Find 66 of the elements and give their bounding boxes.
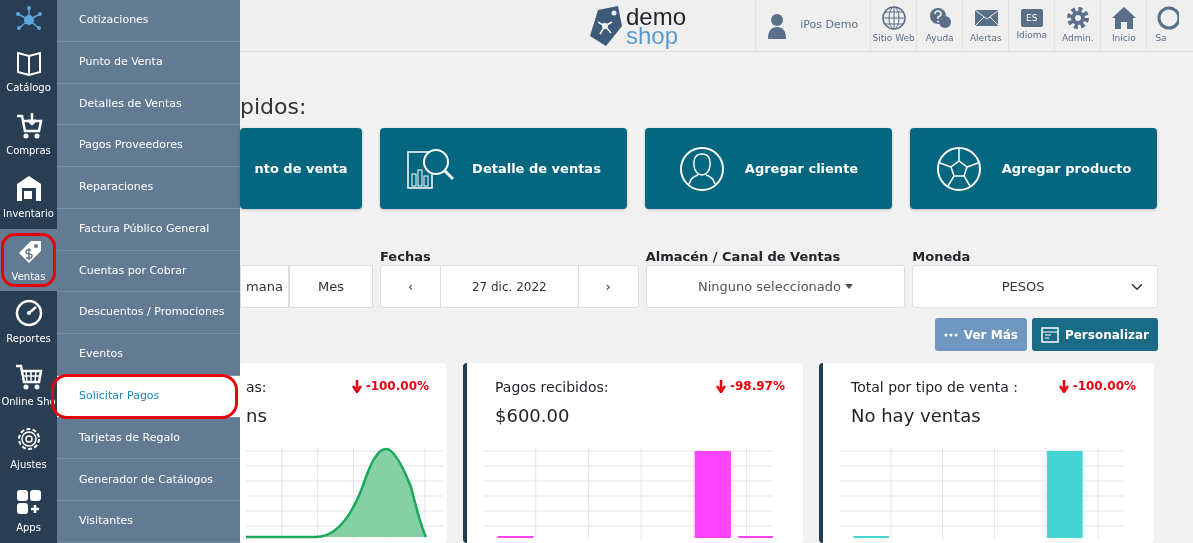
tag-logo-icon — [588, 3, 624, 48]
currency-select[interactable]: PESOS — [912, 265, 1158, 308]
quick-action-button[interactable]: Agregar cliente — [645, 128, 892, 209]
stat-title: Pagos recibidos: — [495, 378, 609, 397]
logo-text: demo — [626, 6, 687, 26]
warehouse-icon — [14, 173, 43, 202]
prev-button[interactable]: ‹ — [381, 266, 441, 307]
toolbar-button[interactable]: Admin. — [1054, 0, 1101, 51]
field-label: Almacén / Canal de Ventas — [645, 248, 842, 265]
section-title: pidos: — [240, 94, 308, 120]
sidebar-item[interactable]: Reportes — [0, 291, 57, 355]
sidebar-item[interactable]: Apps — [0, 480, 57, 543]
change-value: -98.97% — [730, 378, 785, 395]
sidebar-item[interactable]: Compras — [0, 102, 57, 166]
help-chat-icon — [927, 5, 952, 30]
down-arrow-icon — [1058, 379, 1069, 393]
gauge-icon — [14, 299, 43, 328]
field-label: Moneda — [912, 248, 972, 265]
stat-title: Total por tipo de venta : — [851, 378, 1019, 397]
menu-item[interactable]: Punto de Venta — [57, 41, 240, 84]
user-circle-icon — [678, 145, 727, 192]
quick-action-button[interactable]: nto de venta — [240, 128, 362, 209]
customize-icon — [1040, 326, 1059, 343]
cart-icon — [14, 110, 43, 139]
gear-icon — [1065, 5, 1090, 30]
sidebar-item[interactable]: Inventario — [0, 165, 57, 229]
language-badge: ES — [1021, 8, 1043, 27]
quick-action-button[interactable]: Detalle de ventas — [380, 128, 627, 209]
stat-value: ns — [246, 404, 268, 428]
toolbar-button[interactable]: Alertas — [962, 0, 1009, 51]
globe-icon — [881, 5, 906, 30]
menu-item[interactable]: Detalles de Ventas — [57, 83, 240, 126]
quick-action-button[interactable]: Agregar producto — [910, 128, 1157, 209]
sidebar-item[interactable]: Ajustes — [0, 417, 57, 481]
cart-icon — [14, 362, 43, 391]
change-value: -100.00% — [365, 378, 429, 395]
menu-item[interactable]: Factura Público General — [57, 208, 240, 251]
action-button[interactable]: Personalizar — [1031, 318, 1158, 351]
toolbar-button[interactable]: ES Idioma — [1008, 0, 1055, 51]
action-button[interactable]: Ver Más — [934, 318, 1027, 351]
toolbar-button[interactable]: Sa — [1146, 0, 1193, 51]
date-field[interactable]: 27 dic. 2022 — [441, 277, 578, 296]
toolbar-button[interactable]: Inicio — [1100, 0, 1147, 51]
stat-title: as: — [246, 378, 267, 397]
sidebar-item[interactable]: Ventas — [0, 228, 57, 292]
down-arrow-icon — [351, 379, 362, 393]
menu-item[interactable]: Descuentos / Promociones — [57, 292, 240, 335]
sidebar-item[interactable]: Catálogo — [0, 39, 57, 103]
toolbar-button[interactable]: Sitio Web — [870, 0, 917, 51]
caret-icon — [845, 284, 853, 289]
dots-icon — [943, 332, 958, 337]
toolbar-button[interactable]: Ayuda — [916, 0, 963, 51]
period-tab[interactable]: Mes — [289, 265, 373, 308]
stat-value: $600.00 — [495, 404, 571, 428]
apps-icon — [14, 488, 43, 517]
down-arrow-icon — [716, 379, 727, 393]
field-label: Fechas — [380, 248, 432, 265]
period-tab[interactable]: mana — [240, 265, 289, 308]
stat-value: No hay ventas — [851, 404, 982, 428]
channel-dropdown[interactable]: Ninguno seleccionado — [645, 265, 906, 308]
next-button[interactable]: › — [577, 266, 638, 307]
user-name[interactable]: iPos Demo — [800, 17, 859, 34]
soccer-ball-icon — [935, 145, 984, 192]
change-value: -100.00% — [1072, 378, 1136, 395]
user-icon — [768, 12, 787, 39]
home-icon — [1111, 5, 1136, 30]
